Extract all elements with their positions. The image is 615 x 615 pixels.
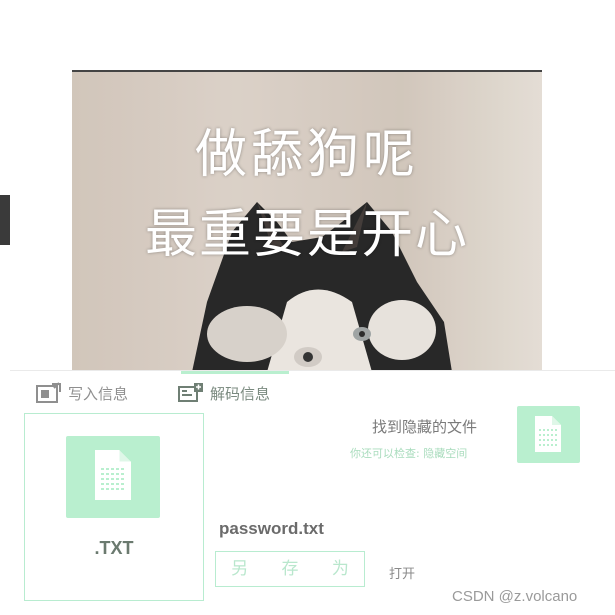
file-icon xyxy=(535,416,561,452)
background-window-edge xyxy=(0,0,10,615)
meme-caption-line2: 最重要是开心 xyxy=(144,205,469,265)
found-file-title: 找到隐藏的文件 xyxy=(372,418,478,436)
image-preview: 做舔狗呢 最重要是开心 xyxy=(72,70,542,370)
check-hidden-space-link[interactable]: 你还可以检查: 隐藏空间 xyxy=(350,445,467,461)
mode-tab-bar: 写入信息 解码信息 xyxy=(10,370,615,410)
tab-write-info-label: 写入信息 xyxy=(68,384,129,403)
found-file-tile xyxy=(517,406,580,463)
decoded-file-name: password.txt xyxy=(219,519,324,538)
file-tile xyxy=(66,436,160,518)
meme-caption-line1: 做舔狗呢 xyxy=(194,125,419,185)
tab-decode-info-label: 解码信息 xyxy=(210,384,271,403)
save-as-button[interactable]: 另 存 为 xyxy=(215,551,365,587)
watermark: CSDN @z.volcano xyxy=(452,588,578,605)
write-icon xyxy=(36,382,62,404)
open-file-link[interactable]: 打开 xyxy=(389,563,415,582)
active-tab-indicator xyxy=(181,371,289,374)
decode-icon xyxy=(178,382,204,404)
file-icon xyxy=(95,450,131,500)
decoded-file-card[interactable]: .TXT xyxy=(24,413,204,601)
file-extension-label: .TXT xyxy=(94,538,134,558)
tab-write-info[interactable]: 写入信息 xyxy=(36,379,128,407)
tab-decode-info[interactable]: 解码信息 xyxy=(178,379,270,407)
